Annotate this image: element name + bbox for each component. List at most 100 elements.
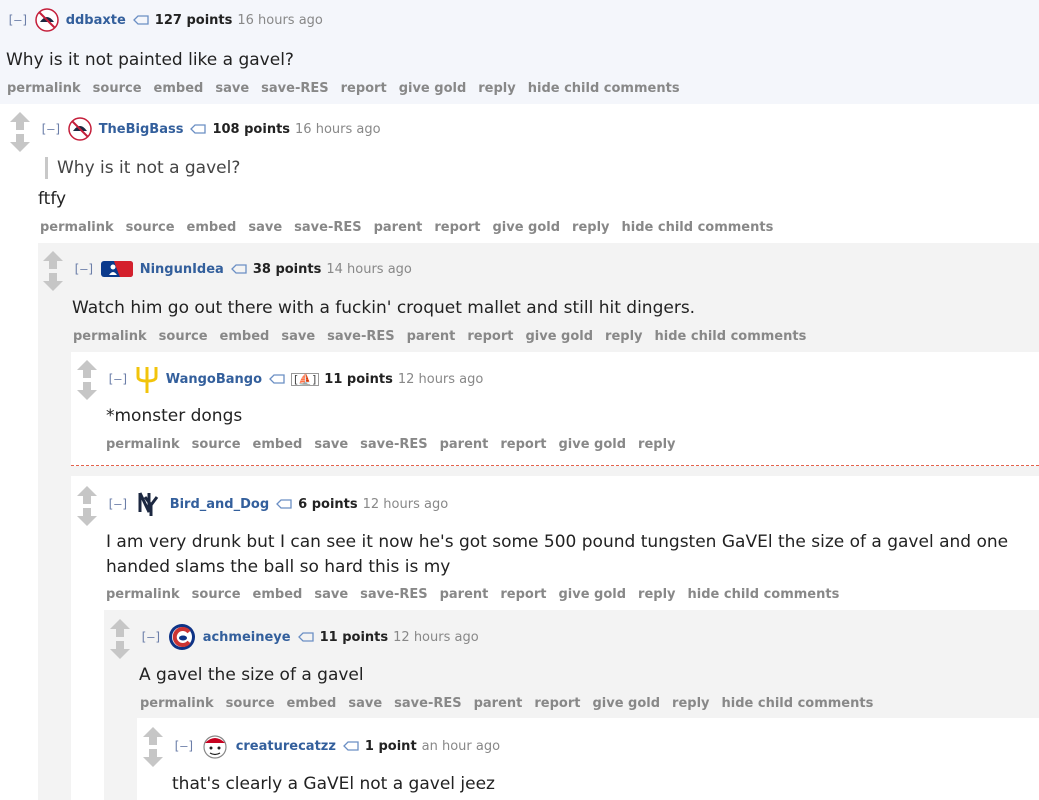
action-link[interactable]: source xyxy=(126,220,175,235)
timestamp: 14 hours ago xyxy=(326,261,412,277)
vote-arrows-icon[interactable] xyxy=(42,251,64,291)
action-bar: permalink source embed save save-RES parent re… xyxy=(73,329,818,344)
action-link[interactable]: give gold xyxy=(492,220,560,235)
vote-arrows-icon[interactable] xyxy=(109,619,131,659)
action-link[interactable]: hide child comments xyxy=(688,587,840,602)
user-tag-icon[interactable] xyxy=(132,15,149,25)
username[interactable]: Bird_and_Dog xyxy=(170,497,269,512)
action-link[interactable]: save-RES xyxy=(294,220,361,235)
action-link[interactable]: embed xyxy=(154,81,204,96)
username[interactable]: TheBigBass xyxy=(99,122,184,137)
username[interactable]: creaturecatzz xyxy=(236,739,336,754)
vote-arrows-icon[interactable] xyxy=(76,360,98,400)
blockquote: Why is it not a gavel? xyxy=(45,157,240,179)
action-link[interactable]: permalink xyxy=(140,696,214,711)
action-link[interactable]: save-RES xyxy=(360,437,427,452)
action-link[interactable]: save-RES xyxy=(360,587,427,602)
action-link[interactable]: give gold xyxy=(399,81,467,96)
action-link[interactable]: save xyxy=(281,329,315,344)
action-link[interactable]: reply xyxy=(478,81,515,96)
action-link[interactable]: save-RES xyxy=(261,81,328,96)
username[interactable]: achmeineye xyxy=(203,630,291,645)
action-link[interactable]: report xyxy=(434,220,480,235)
comment-tagline: [–] NingunIdea 38 points 14 hours ago xyxy=(73,260,412,278)
action-link[interactable]: source xyxy=(192,437,241,452)
action-link[interactable]: report xyxy=(341,81,387,96)
action-link[interactable]: reply xyxy=(638,437,675,452)
collapse-toggle[interactable]: [–] xyxy=(140,630,162,644)
action-link[interactable]: embed xyxy=(253,587,303,602)
user-tag-icon[interactable] xyxy=(230,264,247,274)
action-link[interactable]: source xyxy=(192,587,241,602)
action-link[interactable]: embed xyxy=(287,696,337,711)
pitchfork-flair-icon xyxy=(136,367,158,393)
collapse-toggle[interactable]: [–] xyxy=(7,13,29,27)
action-link[interactable]: report xyxy=(467,329,513,344)
action-link[interactable]: permalink xyxy=(106,587,180,602)
score: 6 points xyxy=(298,496,358,512)
action-link[interactable]: give gold xyxy=(592,696,660,711)
vote-arrows-icon[interactable] xyxy=(142,727,164,767)
score: 108 points xyxy=(212,121,291,137)
action-link[interactable]: parent xyxy=(440,437,489,452)
action-link[interactable]: reply xyxy=(672,696,709,711)
action-link[interactable]: save-RES xyxy=(327,329,394,344)
action-link[interactable]: permalink xyxy=(7,81,81,96)
action-link[interactable]: embed xyxy=(187,220,237,235)
action-link[interactable]: source xyxy=(159,329,208,344)
action-link[interactable]: hide child comments xyxy=(722,696,874,711)
vote-arrows-icon[interactable] xyxy=(9,112,31,152)
comment-body: ftfy xyxy=(38,189,67,209)
action-link[interactable]: save xyxy=(314,587,348,602)
collapse-toggle[interactable]: [–] xyxy=(73,262,95,276)
user-tag-icon[interactable] xyxy=(343,741,359,751)
vote-arrows-icon[interactable] xyxy=(76,486,98,526)
username[interactable]: WangoBango xyxy=(166,372,262,387)
action-link[interactable]: report xyxy=(534,696,580,711)
action-link[interactable]: parent xyxy=(407,329,456,344)
action-link[interactable]: give gold xyxy=(558,437,626,452)
collapse-toggle[interactable]: [–] xyxy=(173,739,195,753)
action-link[interactable]: parent xyxy=(374,220,423,235)
score: 1 point xyxy=(364,738,417,754)
action-link[interactable]: save xyxy=(348,696,382,711)
action-link[interactable]: give gold xyxy=(525,329,593,344)
collapse-toggle[interactable]: [–] xyxy=(107,497,129,511)
action-link[interactable]: save xyxy=(314,437,348,452)
yankees-hat-flair-icon xyxy=(34,8,59,32)
comment-body: that's clearly a GaVEl not a gavel jeez xyxy=(172,774,495,794)
username[interactable]: ddbaxte xyxy=(66,13,126,28)
user-tag-icon[interactable] xyxy=(269,374,285,384)
action-link[interactable]: save-RES xyxy=(394,696,461,711)
action-link[interactable]: report xyxy=(500,437,546,452)
action-link[interactable]: save xyxy=(248,220,282,235)
comment-body: *monster dongs xyxy=(106,406,243,426)
action-link[interactable]: hide child comments xyxy=(528,81,680,96)
action-link[interactable]: give gold xyxy=(558,587,626,602)
action-link[interactable]: source xyxy=(226,696,275,711)
user-tag-icon[interactable] xyxy=(190,124,207,134)
user-tag-icon[interactable] xyxy=(276,499,292,509)
action-link[interactable]: parent xyxy=(474,696,523,711)
action-link[interactable]: permalink xyxy=(73,329,147,344)
action-link[interactable]: report xyxy=(500,587,546,602)
action-link[interactable]: permalink xyxy=(106,437,180,452)
action-link[interactable]: reply xyxy=(572,220,609,235)
action-link[interactable]: embed xyxy=(220,329,270,344)
action-link[interactable]: parent xyxy=(440,587,489,602)
action-link[interactable]: permalink xyxy=(40,220,114,235)
collapse-toggle[interactable]: [–] xyxy=(107,372,129,386)
action-link[interactable]: reply xyxy=(605,329,642,344)
collapse-toggle[interactable]: [–] xyxy=(40,122,62,136)
username[interactable]: NingunIdea xyxy=(140,262,224,277)
user-tag-icon[interactable] xyxy=(297,632,314,642)
action-link[interactable]: hide child comments xyxy=(622,220,774,235)
action-link[interactable]: source xyxy=(93,81,142,96)
action-link[interactable]: reply xyxy=(638,587,675,602)
comment-tagline: [–] WangoBango [⛵] 11 points 12 hours ag… xyxy=(107,365,483,393)
action-link[interactable]: hide child comments xyxy=(655,329,807,344)
award-badge[interactable]: [⛵] xyxy=(291,372,320,386)
action-link[interactable]: embed xyxy=(253,437,303,452)
timestamp: 16 hours ago xyxy=(295,121,381,137)
action-link[interactable]: save xyxy=(215,81,249,96)
